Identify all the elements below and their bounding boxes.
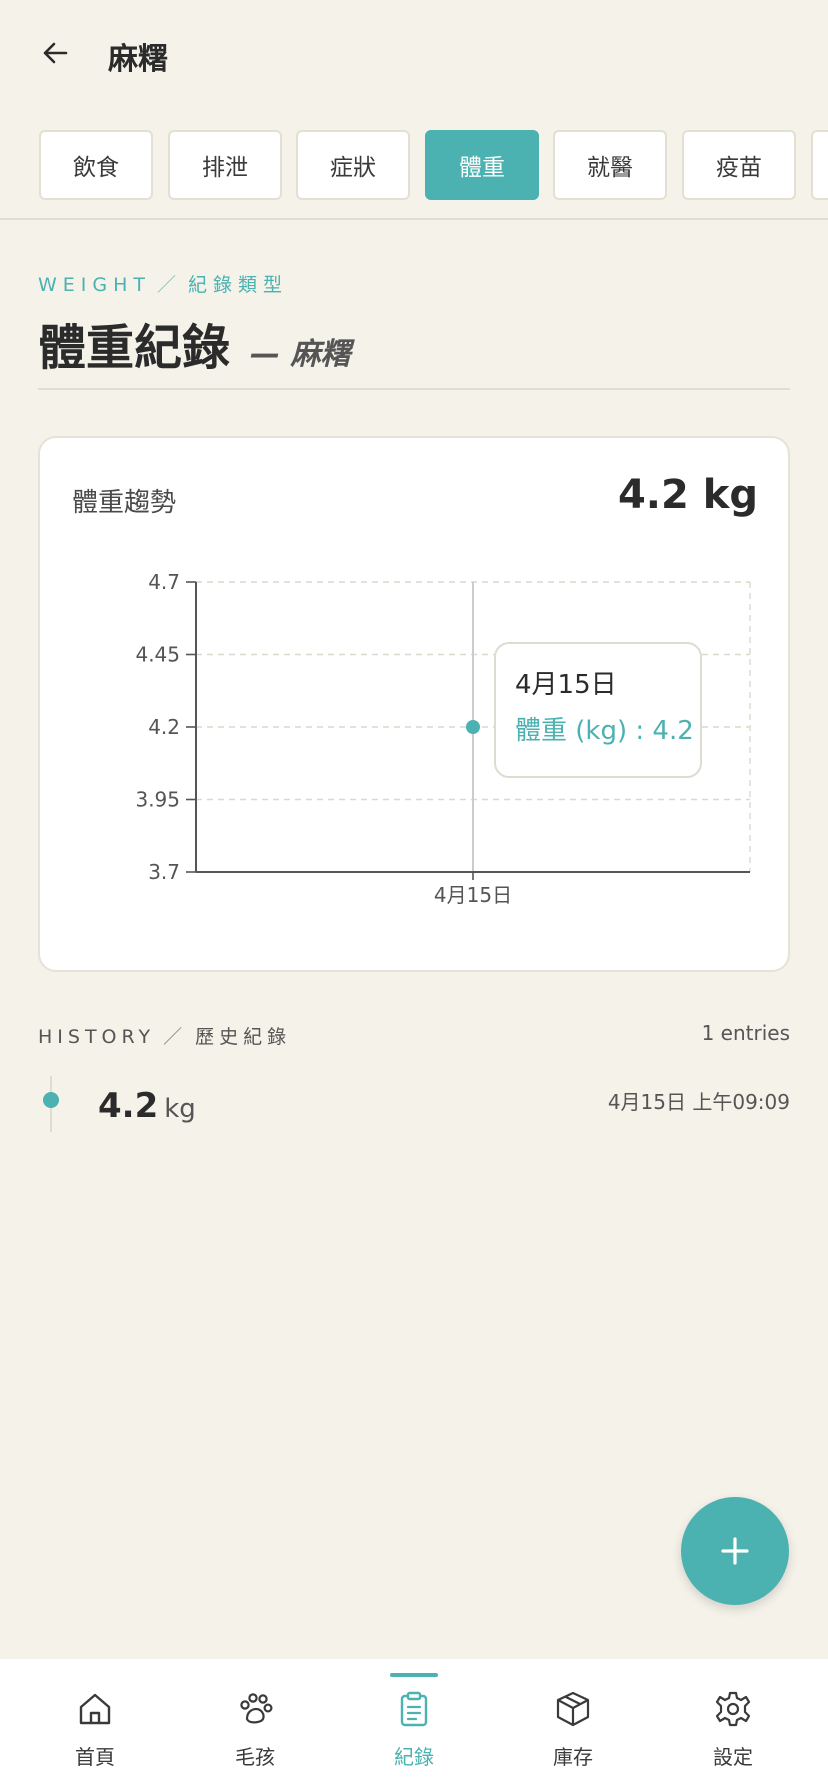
back-button[interactable] [38, 36, 72, 70]
tab-vaccine[interactable]: 疫苗 [682, 130, 796, 200]
y-tick-label: 4.2 [148, 715, 180, 739]
arrow-left-icon [43, 42, 68, 64]
eyebrow-en: WEIGHT [38, 274, 152, 296]
y-tick-label: 4.7 [148, 570, 180, 594]
tab-medical[interactable]: 就醫 [553, 130, 667, 200]
data-point [466, 720, 480, 734]
entry-unit: kg [164, 1094, 196, 1124]
y-tick-label: 4.45 [135, 643, 180, 667]
title-divider [38, 388, 790, 390]
weight-chart[interactable]: 4.74.454.23.953.74月15日4月15日體重 (kg) : 4.2 [40, 438, 792, 974]
page-title-text: 體重紀錄 [38, 320, 231, 376]
home-icon [79, 1693, 111, 1725]
history-entry[interactable]: 4.2 kg [98, 1086, 196, 1126]
eyebrow-zh: 紀錄類型 [188, 274, 289, 296]
app-bar: 麻糬 [0, 0, 828, 112]
history-count: 1 entries [701, 1021, 790, 1045]
nav-label: 設定 [713, 1745, 753, 1769]
history-eyebrow-en: HISTORY [38, 1026, 156, 1048]
tab-more-partial[interactable] [811, 130, 828, 200]
nav-settings[interactable]: 設定 [658, 1659, 808, 1791]
tab-weight[interactable]: 體重 [425, 130, 539, 200]
nav-label: 毛孩 [235, 1745, 275, 1769]
tab-symptoms[interactable]: 症狀 [296, 130, 410, 200]
section-eyebrow: WEIGHT ／紀錄類型 [38, 270, 288, 297]
tooltip-value: 體重 (kg) : 4.2 [515, 716, 694, 746]
weight-trend-card: 體重趨勢 4.2 kg 4.7 4.45 4.2 3.95 3.7 4月15日 4月15日體… [38, 436, 790, 972]
eyebrow-separator: ／ [157, 274, 183, 296]
history-eyebrow: HISTORY ／ 歷史紀錄 [38, 1022, 291, 1049]
x-tick-label: 4月15日 [434, 883, 512, 907]
app-title: 麻糬 [108, 42, 168, 77]
nav-label: 紀錄 [394, 1745, 434, 1769]
gear-icon [715, 1691, 751, 1727]
bottom-nav: 首頁 毛孩 紀錄 庫存 設定 [0, 1659, 828, 1791]
tabs-divider [0, 218, 828, 220]
chart-tooltip [494, 642, 702, 778]
history-eyebrow-separator: ／ [163, 1026, 188, 1048]
tab-diet[interactable]: 飲食 [39, 130, 153, 200]
box-icon [556, 1691, 590, 1727]
record-type-tabs: 飲食 排泄 症狀 體重 就醫 疫苗 [0, 128, 828, 202]
tooltip-title: 4月15日 [515, 670, 617, 700]
nav-label: 首頁 [75, 1745, 115, 1769]
tab-excretion[interactable]: 排泄 [168, 130, 282, 200]
clipboard-icon [400, 1691, 428, 1727]
y-tick-label: 3.95 [135, 788, 180, 812]
page-title: 體重紀錄 — 麻糬 [38, 308, 350, 378]
entry-weight: 4.2 [98, 1086, 159, 1126]
paw-icon [240, 1693, 273, 1724]
nav-pets[interactable]: 毛孩 [180, 1659, 330, 1791]
nav-home[interactable]: 首頁 [20, 1659, 170, 1791]
timeline-dot [43, 1092, 59, 1108]
nav-records[interactable]: 紀錄 [339, 1659, 489, 1791]
nav-label: 庫存 [553, 1745, 593, 1769]
entry-date: 4月15日 上午09:09 [607, 1090, 790, 1114]
nav-inventory[interactable]: 庫存 [498, 1659, 648, 1791]
active-indicator [390, 1673, 438, 1677]
y-tick-label: 3.7 [148, 860, 180, 884]
plus-icon [721, 1537, 749, 1565]
add-record-button[interactable] [681, 1497, 789, 1605]
history-eyebrow-zh: 歷史紀錄 [195, 1026, 292, 1048]
page-subtitle: — 麻糬 [250, 337, 351, 372]
